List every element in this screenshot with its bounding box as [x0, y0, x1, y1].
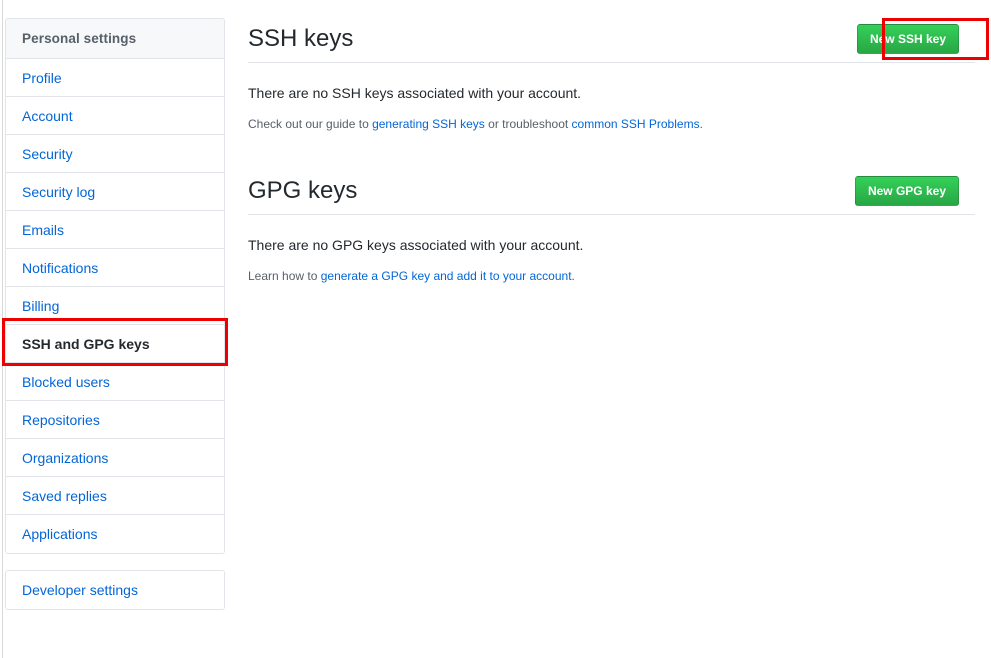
- sidebar-item-applications[interactable]: Applications: [6, 515, 224, 553]
- gpg-keys-empty-message: There are no GPG keys associated with yo…: [248, 235, 975, 255]
- ssh-help-middle: or troubleshoot: [485, 117, 572, 131]
- gpg-keys-help-text: Learn how to generate a GPG key and add …: [248, 267, 975, 285]
- sidebar-item-security[interactable]: Security: [6, 135, 224, 173]
- sidebar-item-label: Security: [22, 146, 73, 162]
- ssh-keys-section: SSH keys New SSH key There are no SSH ke…: [248, 0, 991, 133]
- settings-sidebar: Personal settings Profile Account Securi…: [5, 18, 225, 610]
- sidebar-item-label: Developer settings: [22, 582, 138, 598]
- sidebar-item-label: Emails: [22, 222, 64, 238]
- sidebar-item-label: Blocked users: [22, 374, 110, 390]
- sidebar-item-label: Organizations: [22, 450, 108, 466]
- common-ssh-problems-link[interactable]: common SSH Problems: [572, 117, 700, 131]
- sidebar-item-ssh-and-gpg-keys[interactable]: SSH and GPG keys: [6, 325, 224, 363]
- sidebar-item-billing[interactable]: Billing: [6, 287, 224, 325]
- gpg-keys-divider: [248, 214, 975, 215]
- personal-settings-menu: Personal settings Profile Account Securi…: [5, 18, 225, 554]
- generate-gpg-key-link[interactable]: generate a GPG key and add it to your ac…: [321, 269, 572, 283]
- ssh-help-suffix: .: [700, 117, 703, 131]
- sidebar-item-label: Notifications: [22, 260, 98, 276]
- sidebar-item-organizations[interactable]: Organizations: [6, 439, 224, 477]
- sidebar-item-label: Saved replies: [22, 488, 107, 504]
- new-gpg-key-button[interactable]: New GPG key: [855, 176, 959, 206]
- gpg-keys-section: GPG keys New GPG key There are no GPG ke…: [248, 160, 991, 285]
- generating-ssh-keys-link[interactable]: generating SSH keys: [372, 117, 485, 131]
- sidebar-item-profile[interactable]: Profile: [6, 59, 224, 97]
- sidebar-item-label: Applications: [22, 526, 98, 542]
- sidebar-item-label: Billing: [22, 298, 59, 314]
- settings-page: Personal settings Profile Account Securi…: [0, 0, 991, 658]
- sidebar-item-label: Profile: [22, 70, 62, 86]
- sidebar-item-developer-settings[interactable]: Developer settings: [6, 571, 224, 609]
- sidebar-item-label: SSH and GPG keys: [22, 336, 150, 352]
- sidebar-item-label: Account: [22, 108, 73, 124]
- sidebar-item-security-log[interactable]: Security log: [6, 173, 224, 211]
- sidebar-item-repositories[interactable]: Repositories: [6, 401, 224, 439]
- gpg-keys-header: GPG keys New GPG key: [248, 160, 975, 204]
- ssh-keys-help-text: Check out our guide to generating SSH ke…: [248, 115, 975, 133]
- gpg-help-prefix: Learn how to: [248, 269, 321, 283]
- sidebar-item-notifications[interactable]: Notifications: [6, 249, 224, 287]
- sidebar-item-account[interactable]: Account: [6, 97, 224, 135]
- ssh-keys-title: SSH keys: [248, 22, 353, 56]
- window-edge-divider: [2, 0, 3, 658]
- gpg-help-suffix: .: [572, 269, 575, 283]
- sidebar-item-label: Repositories: [22, 412, 100, 428]
- ssh-keys-divider: [248, 62, 975, 63]
- main-content: SSH keys New SSH key There are no SSH ke…: [248, 0, 991, 658]
- ssh-help-prefix: Check out our guide to: [248, 117, 372, 131]
- sidebar-item-blocked-users[interactable]: Blocked users: [6, 363, 224, 401]
- ssh-keys-empty-message: There are no SSH keys associated with yo…: [248, 83, 975, 103]
- new-ssh-key-button[interactable]: New SSH key: [857, 24, 959, 54]
- sidebar-item-label: Security log: [22, 184, 95, 200]
- sidebar-item-saved-replies[interactable]: Saved replies: [6, 477, 224, 515]
- gpg-keys-title: GPG keys: [248, 174, 357, 208]
- sidebar-item-emails[interactable]: Emails: [6, 211, 224, 249]
- developer-settings-menu: Developer settings: [5, 570, 225, 610]
- sidebar-heading: Personal settings: [6, 19, 224, 59]
- ssh-keys-header: SSH keys New SSH key: [248, 0, 975, 44]
